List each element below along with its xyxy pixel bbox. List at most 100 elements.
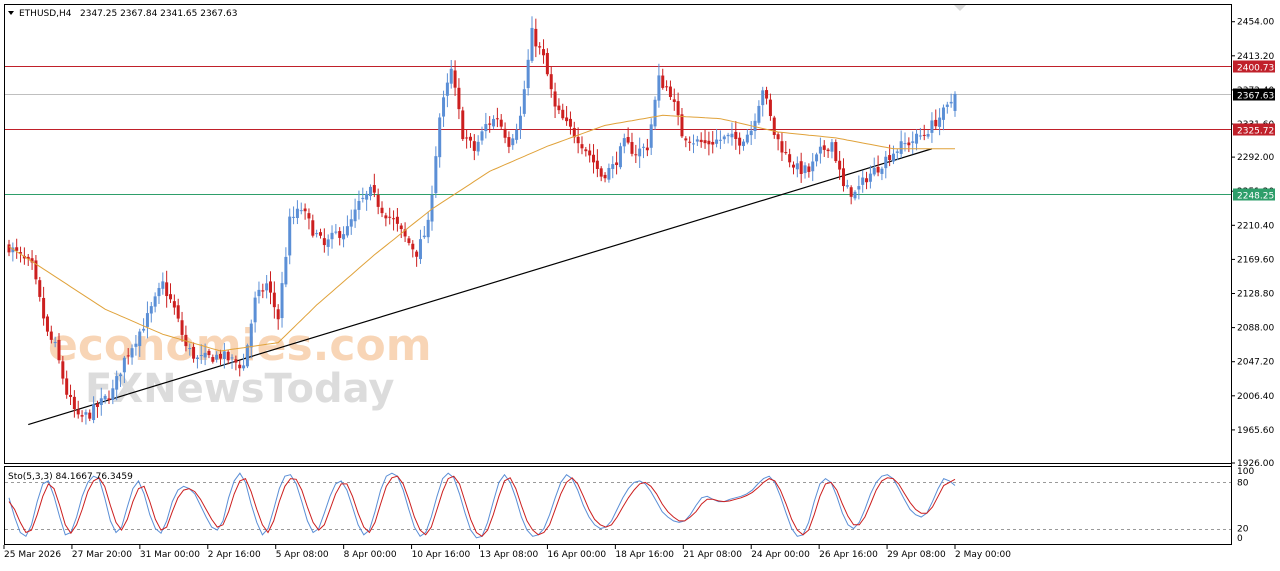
candle-body xyxy=(841,168,845,187)
candle-body xyxy=(468,136,472,141)
candle-body xyxy=(415,251,419,257)
candle-body xyxy=(861,177,865,185)
price-tick-label: 2128.80 xyxy=(1237,290,1274,300)
candle-body xyxy=(230,357,234,359)
candle-body xyxy=(580,144,584,149)
time-tick-label: 2 May 00:00 xyxy=(955,550,1011,560)
candle-body xyxy=(895,151,899,153)
candle-body xyxy=(884,156,888,169)
time-tick-label: 25 Mar 2026 xyxy=(4,550,61,560)
candle-body xyxy=(653,99,657,127)
candle-body xyxy=(292,216,296,218)
candle-body xyxy=(372,185,376,193)
candle-body xyxy=(584,149,588,152)
candle-body xyxy=(749,130,753,136)
time-tick-label: 21 Apr 08:00 xyxy=(683,550,742,560)
candle-body xyxy=(242,365,246,369)
candle-body xyxy=(222,351,226,360)
candle-body xyxy=(138,331,142,347)
candle-body xyxy=(195,357,199,360)
candle-body xyxy=(119,374,123,377)
candle-body xyxy=(234,359,238,363)
candle-body xyxy=(145,313,149,328)
candle-body xyxy=(261,290,265,292)
candle-body xyxy=(180,320,184,335)
candle-body xyxy=(899,141,903,154)
candle-body xyxy=(99,398,103,405)
candle-body xyxy=(576,136,580,144)
candle-body xyxy=(761,90,765,106)
candle-body xyxy=(553,91,557,107)
time-tick-label: 5 Apr 08:00 xyxy=(276,550,329,560)
candle-body xyxy=(738,137,742,146)
candle-body xyxy=(730,133,734,138)
candle-body xyxy=(342,234,346,240)
chart-svg[interactable]: economies.com FXNewsToday 2454.002413.20… xyxy=(0,0,1280,567)
candle-body xyxy=(219,353,223,359)
candle-body xyxy=(722,136,726,140)
candle-body xyxy=(268,281,272,293)
candle-body xyxy=(930,120,934,133)
candle-body xyxy=(511,138,515,146)
stochastic-title: Sto(5,3,3) 84.1667 76.3459 xyxy=(8,472,133,482)
candle-body xyxy=(622,138,626,147)
time-tick-label: 18 Apr 16:00 xyxy=(615,550,674,560)
candle-body xyxy=(426,219,430,238)
candle-body xyxy=(253,297,257,323)
candle-body xyxy=(830,142,834,152)
candle-body xyxy=(330,232,334,240)
candle-body xyxy=(768,99,772,117)
candle-body xyxy=(734,131,738,139)
candle-body xyxy=(865,178,869,183)
candle-body xyxy=(741,141,745,147)
price-tick-label: 2088.00 xyxy=(1237,324,1274,334)
candle-body xyxy=(407,238,411,243)
candle-body xyxy=(380,207,384,214)
time-tick-label: 26 Apr 16:00 xyxy=(819,550,878,560)
candle-body xyxy=(15,247,19,251)
candle-body xyxy=(765,90,769,99)
candle-body xyxy=(926,134,930,137)
candle-body xyxy=(788,154,792,163)
candle-body xyxy=(503,128,507,138)
candle-body xyxy=(303,208,307,212)
candle-body xyxy=(149,306,153,314)
candle-body xyxy=(592,154,596,163)
candle-body xyxy=(103,395,107,400)
candle-body xyxy=(395,216,399,224)
candle-body xyxy=(811,161,815,172)
candle-body xyxy=(495,118,499,120)
candle-body xyxy=(326,239,330,247)
candle-body xyxy=(368,186,372,197)
candle-body xyxy=(753,120,757,132)
candle-body xyxy=(130,348,134,358)
candle-body xyxy=(57,339,61,361)
trading-chart[interactable]: economies.com FXNewsToday 2454.00 2413.20… xyxy=(0,0,1280,567)
candle-body xyxy=(211,357,215,362)
candle-body xyxy=(295,208,299,219)
time-tick-label: 2 Apr 16:00 xyxy=(208,550,261,560)
candle-body xyxy=(203,352,207,358)
candle-body xyxy=(507,137,511,147)
candle-body xyxy=(176,305,180,319)
candle-body xyxy=(726,134,730,137)
candle-body xyxy=(795,163,799,170)
level-tag-text-2325.72: 2325.72 xyxy=(1237,127,1274,137)
candle-body xyxy=(868,173,872,182)
candle-body xyxy=(115,376,119,390)
candle-body xyxy=(72,396,76,410)
candle-body xyxy=(311,220,315,236)
candle-body xyxy=(642,146,646,148)
candle-body xyxy=(322,238,326,246)
candle-body xyxy=(384,215,388,219)
candle-body xyxy=(365,193,369,200)
candle-body xyxy=(934,119,938,127)
candle-body xyxy=(280,283,284,319)
candle-body xyxy=(526,59,530,89)
candle-body xyxy=(715,139,719,144)
price-tick-label: 2006.40 xyxy=(1237,392,1274,402)
candle-body xyxy=(803,165,807,174)
candle-body xyxy=(126,355,130,357)
candle-body xyxy=(434,156,438,194)
candle-body xyxy=(568,118,572,127)
